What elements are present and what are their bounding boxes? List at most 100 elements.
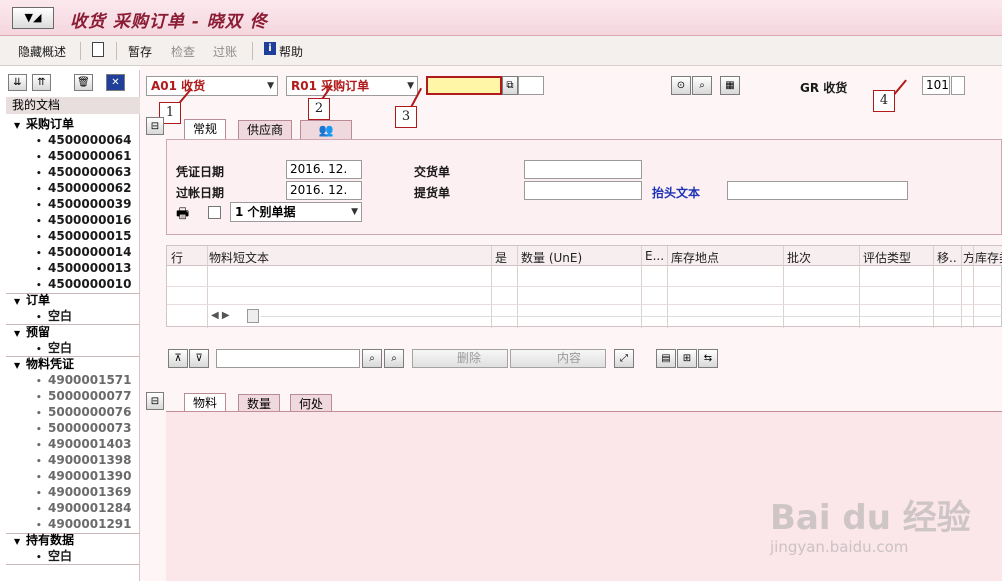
find-next-icon[interactable]: ⌕ [384,349,404,368]
save-layout-icon[interactable]: ▤ [656,349,676,368]
item-label: 4500000039 [48,197,132,211]
list-item[interactable]: • 4500000014 [6,244,140,260]
column-header[interactable]: 库存地点 [671,249,719,266]
column-header[interactable]: 评估类型 [863,249,911,266]
list-item[interactable]: • 4500000064 [6,132,140,148]
folder-toggle-icon[interactable]: ⊟ [146,392,164,410]
find-icon[interactable]: ⌕ [692,76,712,95]
print-checkbox[interactable] [208,206,221,219]
filter-icon[interactable]: ⊽ [189,349,209,368]
document-date-input[interactable]: 2016. 12. 15 [286,160,362,193]
check-button[interactable]: 检查 [171,43,195,60]
column-header[interactable]: 数量 (UnE) [521,249,582,266]
align-top-icon[interactable]: ⊼ [168,349,188,368]
table-row[interactable] [167,304,1002,305]
list-item[interactable]: • 4500000039 [6,196,140,212]
chevron-down-icon[interactable]: ▼ [351,203,358,221]
list-item[interactable]: • 4500000010 [6,276,140,292]
column-header[interactable]: 行 [171,249,183,266]
fullscreen-icon[interactable]: ⤢ [614,349,634,368]
list-item[interactable]: • 4500000013 [6,260,140,276]
list-item[interactable]: • 5000000076 [6,404,140,420]
column-header[interactable]: 是 [495,249,507,266]
horizontal-scrollbar-track[interactable] [261,316,1002,317]
list-item[interactable]: • 4500000015 [6,228,140,244]
header-text-input[interactable] [727,181,908,200]
chevron-down-icon[interactable]: ▼ [407,77,414,95]
item-label: 空白 [48,549,73,563]
list-item[interactable]: • 4900001284 [6,500,140,516]
trash-icon[interactable]: 🗑 [74,74,93,91]
horizontal-scrollbar-thumb[interactable] [247,309,259,323]
tree-folder-material-documents[interactable]: ▼ 物料凭证 [6,356,140,372]
reference-doc-select[interactable]: R01 采购订单 ▼ [286,76,418,96]
header-text-link[interactable]: 抬头文本 [652,184,700,201]
delivery-note-input[interactable] [524,160,642,179]
column-header[interactable]: 批次 [787,249,811,266]
tree-folder-held-data[interactable]: ▼ 持有数据 [6,532,140,548]
item-label: 4900001403 [48,437,132,451]
list-item[interactable]: • 4500000061 [6,148,140,164]
add-item-icon[interactable]: ⊞ [677,349,697,368]
delete-button[interactable]: 删除 [412,349,508,368]
print-version-select[interactable]: 1 个别单据 ▼ [230,202,362,222]
bill-of-lading-input[interactable] [524,181,642,200]
grid-layout-icon[interactable]: ▦ [720,76,740,95]
list-item[interactable]: • 4900001369 [6,484,140,500]
transaction-select[interactable]: A01 收货 ▼ [146,76,278,96]
list-item[interactable]: • 4500000016 [6,212,140,228]
transfer-icon[interactable]: ⇆ [698,349,718,368]
scroll-arrows-icon[interactable]: ◀ ▶ [211,310,230,321]
list-item[interactable]: • 4900001291 [6,516,140,532]
list-item[interactable]: • 4900001403 [6,436,140,452]
tab-material[interactable]: 物料 [184,393,227,413]
list-item[interactable]: • 空白 [6,548,140,564]
column-header[interactable]: 移.. [937,249,957,266]
tree-folder-purchase-orders[interactable]: ▼ 采购订单 [6,116,140,132]
tree-folder-orders[interactable]: ▼ 订单 [6,292,140,308]
help-button[interactable]: 帮助 [279,43,303,60]
item-label: 4500000015 [48,229,132,243]
item-search-input[interactable] [216,349,360,368]
movement-type-input[interactable]: 101 [922,76,950,95]
column-header[interactable]: 库存类 [975,249,1002,266]
list-item[interactable]: • 4500000062 [6,180,140,196]
hold-button[interactable]: 暂存 [128,43,152,60]
list-item[interactable]: • 4500000063 [6,164,140,180]
bill-of-lading-label: 提货单 [414,186,451,200]
movement-type-indicator[interactable] [951,76,965,95]
posting-date-input[interactable]: 2016. 12. 15 [286,181,362,214]
find-icon[interactable]: ⌕ [362,349,382,368]
info-icon[interactable]: i [264,42,276,55]
po-number-input[interactable] [426,76,502,95]
list-item[interactable]: • 4900001390 [6,468,140,484]
list-item[interactable]: • 4900001398 [6,452,140,468]
tab-general[interactable]: 常规 [184,119,227,139]
new-document-icon[interactable] [92,42,104,57]
collapse-all-icon[interactable]: ⇈ [32,74,51,91]
column-header[interactable]: 物料短文本 [209,249,269,266]
close-panel-icon[interactable]: ✕ [106,74,125,91]
list-item[interactable]: • 5000000073 [6,420,140,436]
tab-partner[interactable]: 👥 [300,120,352,139]
list-item[interactable]: • 空白 [6,308,140,324]
tab-vendor[interactable]: 供应商 [238,120,293,139]
table-row[interactable] [167,286,1002,287]
list-item[interactable]: • 空白 [6,340,140,356]
folder-toggle-icon[interactable]: ⊟ [146,117,164,135]
expand-all-icon[interactable]: ⇊ [8,74,27,91]
system-menu-button[interactable]: ▼◢ [12,7,54,29]
content-button[interactable]: 内容 [510,349,606,368]
column-header[interactable]: E... [645,249,664,263]
execute-icon[interactable]: ⊙ [671,76,691,95]
folder-label: 采购订单 [26,117,75,131]
hide-overview-button[interactable]: 隐藏概述 [18,43,66,60]
search-help-icon[interactable]: ⧉ [502,76,518,95]
chevron-down-icon[interactable]: ▼ [267,77,274,95]
post-button[interactable]: 过账 [213,43,237,60]
list-item[interactable]: • 5000000077 [6,388,140,404]
tree-folder-reservations[interactable]: ▼ 预留 [6,324,140,340]
list-item[interactable]: • 4900001571 [6,372,140,388]
po-item-input[interactable] [518,76,544,95]
my-documents-header: 我的文档 [6,97,140,114]
